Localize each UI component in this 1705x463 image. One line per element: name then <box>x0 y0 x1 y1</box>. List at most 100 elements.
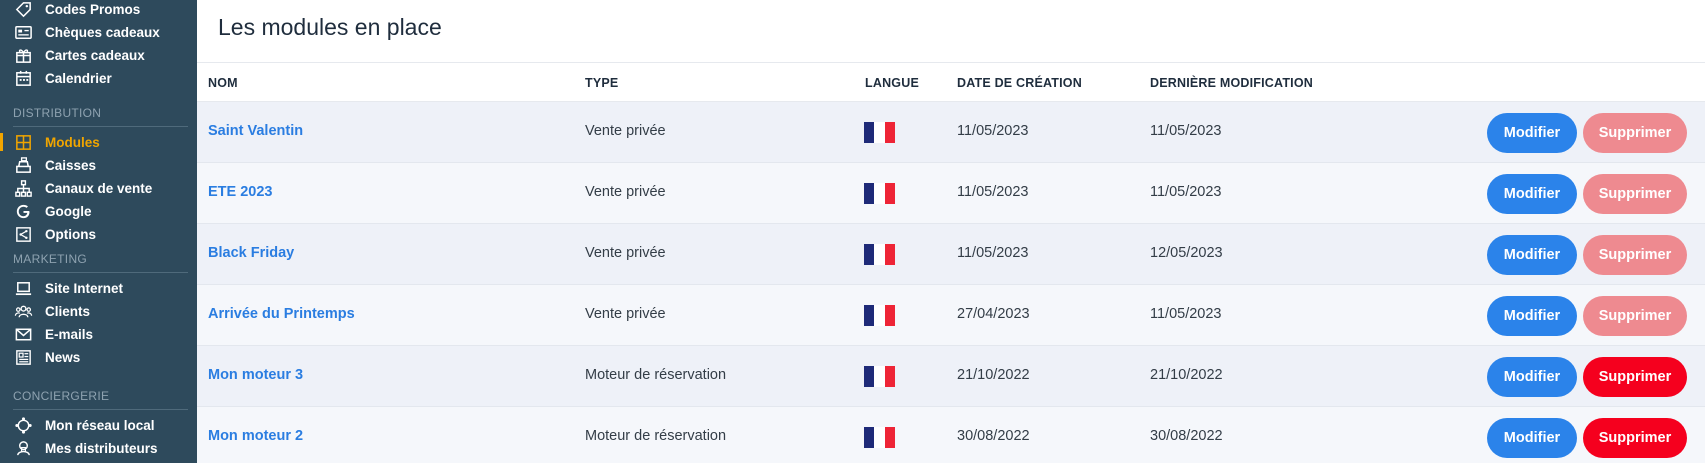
section-divider <box>13 409 188 410</box>
sidebar-item-site-internet[interactable]: Site Internet <box>0 277 197 299</box>
modify-button[interactable]: Modifier <box>1487 296 1577 336</box>
sidebar-item-label: Options <box>45 226 96 242</box>
section-title-marketing: MARKETING <box>13 252 88 266</box>
module-type: Vente privée <box>585 245 666 261</box>
sidebar-item-label: Mes distributeurs <box>45 440 158 456</box>
modify-button[interactable]: Modifier <box>1487 113 1577 153</box>
creation-date: 30/08/2022 <box>957 428 1030 444</box>
french-flag-icon <box>864 427 895 448</box>
sidebar-item-label: Mon réseau local <box>45 417 155 433</box>
sidebar-item-mon-reseau-local[interactable]: Mon réseau local <box>0 414 197 436</box>
section-title-conciergerie: CONCIERGERIE <box>13 389 110 403</box>
sidebar-item-options[interactable]: Options <box>0 223 197 245</box>
delete-button[interactable]: Supprimer <box>1583 296 1687 336</box>
users-icon <box>14 302 33 321</box>
module-name-link[interactable]: Mon moteur 3 <box>208 367 303 383</box>
module-type: Moteur de réservation <box>585 367 727 383</box>
delete-button[interactable]: Supprimer <box>1583 235 1687 275</box>
sidebar-item-news[interactable]: News <box>0 346 197 368</box>
table-row: Arrivée du Printemps Vente privée 27/04/20… <box>197 285 1705 346</box>
sidebar-item-mes-distributeurs[interactable]: Mes distributeurs <box>0 437 197 459</box>
sidebar-item-calendrier[interactable]: Calendrier <box>0 67 197 89</box>
sidebar-item-label: Caisses <box>45 157 97 173</box>
sidebar-item-cheques-cadeaux[interactable]: Chèques cadeaux <box>0 21 197 43</box>
table-row: ETE 2023 Vente privée 11/05/2023 11/05/2023… <box>197 163 1705 224</box>
table-row: Black Friday Vente privée 11/05/2023 12/05/… <box>197 224 1705 285</box>
delete-button[interactable]: Supprimer <box>1583 174 1687 214</box>
delete-button[interactable]: Supprimer <box>1583 418 1687 458</box>
sidebar-item-label: Site Internet <box>45 280 124 296</box>
column-header-created: DATE DE CRÉATION <box>957 76 1082 90</box>
table-row: Saint Valentin Vente privée 11/05/2023 11/0… <box>197 102 1705 163</box>
module-name-link[interactable]: Saint Valentin <box>208 123 303 139</box>
section-divider <box>13 272 188 273</box>
module-type: Moteur de réservation <box>585 428 727 444</box>
laptop-icon <box>14 279 33 298</box>
french-flag-icon <box>864 244 895 265</box>
grid-icon <box>14 133 33 152</box>
sidebar-item-label: News <box>45 349 81 365</box>
creation-date: 11/05/2023 <box>957 245 1029 261</box>
gift-card-icon <box>14 23 33 42</box>
modification-date: 21/10/2022 <box>1150 367 1223 383</box>
column-header-name: NOM <box>208 76 238 90</box>
google-icon <box>14 202 33 221</box>
distributor-icon <box>14 439 33 458</box>
modify-button[interactable]: Modifier <box>1487 418 1577 458</box>
modify-button[interactable]: Modifier <box>1487 357 1577 397</box>
sidebar-item-codes-promos[interactable]: Codes Promos <box>0 0 197 20</box>
gift-icon <box>14 46 33 65</box>
table-header: NOM TYPE LANGUE DATE DE CRÉATION DERNIÈR… <box>197 62 1705 102</box>
creation-date: 11/05/2023 <box>957 184 1029 200</box>
module-name-link[interactable]: Arrivée du Printemps <box>208 306 355 322</box>
french-flag-icon <box>864 366 895 387</box>
share-icon <box>14 225 33 244</box>
sidebar-item-canaux-de-vente[interactable]: Canaux de vente <box>0 177 197 199</box>
sidebar: Codes Promos Chèques cadeaux Cartes cadeau… <box>0 0 197 463</box>
column-header-modified: DERNIÈRE MODIFICATION <box>1150 76 1313 90</box>
sidebar-item-label: E-mails <box>45 326 94 342</box>
modification-date: 12/05/2023 <box>1150 245 1223 261</box>
modification-date: 30/08/2022 <box>1150 428 1223 444</box>
main-content: Les modules en place NOM TYPE LANGUE DAT… <box>197 0 1705 463</box>
cash-register-icon <box>14 156 33 175</box>
sidebar-item-caisses[interactable]: Caisses <box>0 154 197 176</box>
newspaper-icon <box>14 348 33 367</box>
sidebar-item-label: Codes Promos <box>45 1 141 17</box>
sidebar-item-e-mails[interactable]: E-mails <box>0 323 197 345</box>
sidebar-item-google[interactable]: Google <box>0 200 197 222</box>
sidebar-item-clients[interactable]: Clients <box>0 300 197 322</box>
module-type: Vente privée <box>585 306 666 322</box>
modification-date: 11/05/2023 <box>1150 306 1222 322</box>
sidebar-item-modules[interactable]: Modules <box>0 131 197 153</box>
sidebar-item-label: Clients <box>45 303 91 319</box>
sidebar-item-cartes-cadeaux[interactable]: Cartes cadeaux <box>0 44 197 66</box>
sidebar-item-label: Canaux de vente <box>45 180 153 196</box>
creation-date: 11/05/2023 <box>957 123 1029 139</box>
delete-button[interactable]: Supprimer <box>1583 357 1687 397</box>
active-marker <box>0 133 3 151</box>
module-name-link[interactable]: ETE 2023 <box>208 184 273 200</box>
calendar-icon <box>14 69 33 88</box>
module-name-link[interactable]: Mon moteur 2 <box>208 428 303 444</box>
sidebar-item-label: Calendrier <box>45 70 112 86</box>
module-name-link[interactable]: Black Friday <box>208 245 294 261</box>
sidebar-item-label: Google <box>45 203 92 219</box>
french-flag-icon <box>864 183 895 204</box>
column-header-type: TYPE <box>585 76 619 90</box>
modify-button[interactable]: Modifier <box>1487 174 1577 214</box>
french-flag-icon <box>864 305 895 326</box>
table-row: Mon moteur 3 Moteur de réservation 21/10/2… <box>197 346 1705 407</box>
column-header-language: LANGUE <box>865 76 919 90</box>
creation-date: 21/10/2022 <box>957 367 1030 383</box>
creation-date: 27/04/2023 <box>957 306 1030 322</box>
page-title: Les modules en place <box>218 14 442 40</box>
table-row: Mon moteur 2 Moteur de réservation 30/08/2… <box>197 407 1705 463</box>
envelope-icon <box>14 325 33 344</box>
module-type: Vente privée <box>585 123 666 139</box>
section-divider <box>13 126 188 127</box>
sidebar-item-label: Cartes cadeaux <box>45 47 145 63</box>
modify-button[interactable]: Modifier <box>1487 235 1577 275</box>
modification-date: 11/05/2023 <box>1150 123 1222 139</box>
delete-button[interactable]: Supprimer <box>1583 113 1687 153</box>
